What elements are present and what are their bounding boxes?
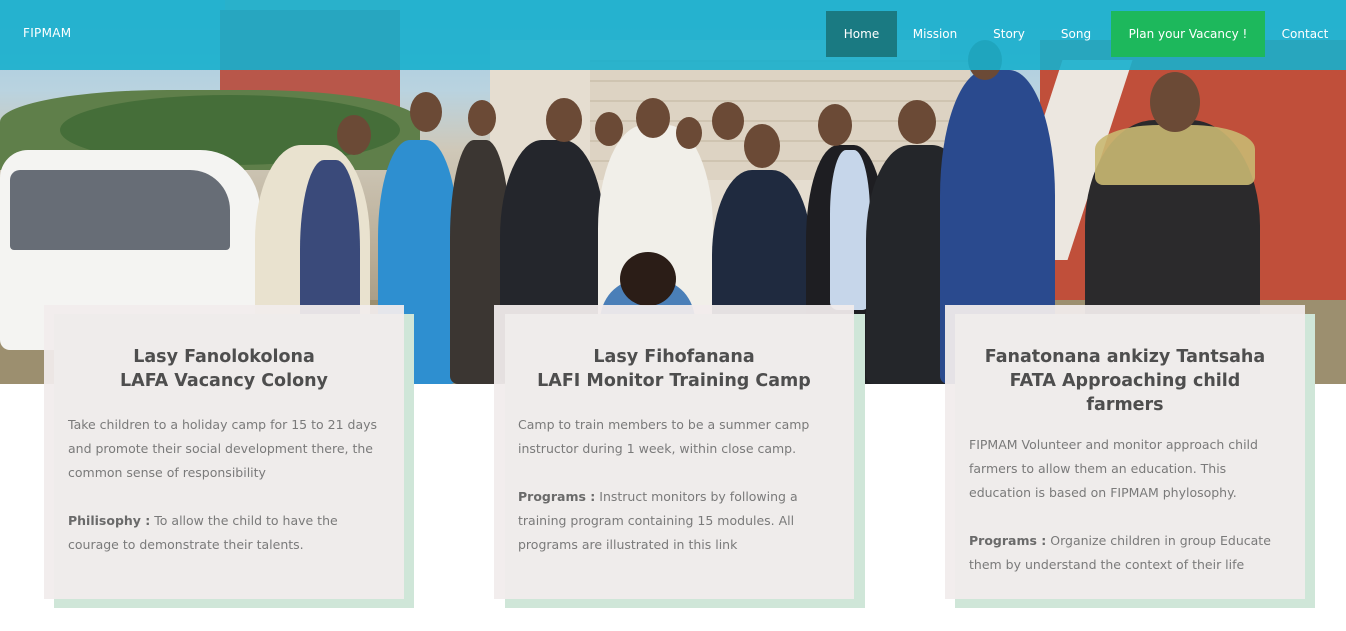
card-title-line: LAFI Monitor Training Camp [537, 371, 811, 391]
card-title: Lasy Fihofanana LAFI Monitor Training Ca… [518, 345, 830, 393]
card-description: FIPMAM Volunteer and monitor approach ch… [969, 437, 1258, 500]
service-card-lafa: Lasy Fanolokolona LAFA Vacancy Colony Ta… [44, 305, 404, 599]
brand-logo[interactable]: FIPMAM [23, 26, 71, 40]
card-detail: Programs : Instruct monitors by followin… [518, 485, 830, 557]
card-title: Fanatonana ankizy Tantsaha FATA Approach… [969, 345, 1281, 417]
card-detail-label: Programs : [518, 489, 596, 504]
card-detail: Philisophy : To allow the child to have … [68, 509, 380, 557]
nav-contact[interactable]: Contact [1276, 11, 1334, 57]
card-detail-label: Philisophy : [68, 513, 151, 528]
card-title-line: LAFA Vacancy Colony [120, 371, 328, 391]
nav-story[interactable]: Story [985, 11, 1033, 57]
nav-mission[interactable]: Mission [905, 11, 965, 57]
card-title-line: farmers [1086, 395, 1164, 415]
card-title-line: Fanatonana ankizy Tantsaha [984, 347, 1266, 367]
card-title: Lasy Fanolokolona LAFA Vacancy Colony [68, 345, 380, 393]
card-description: Take children to a holiday camp for 15 t… [68, 417, 378, 480]
top-navbar: FIPMAM Home Mission Story Song Plan your… [0, 0, 1346, 70]
nav-plan-vacancy-button[interactable]: Plan your Vacancy ! [1111, 11, 1265, 57]
nav-home[interactable]: Home [826, 11, 897, 57]
service-card-fata: Fanatonana ankizy Tantsaha FATA Approach… [945, 305, 1305, 599]
card-title-line: Lasy Fanolokolona [133, 347, 315, 367]
card-title-line: Lasy Fihofanana [593, 347, 755, 367]
card-title-line: FATA Approaching child [1009, 371, 1241, 391]
nav-song[interactable]: Song [1053, 11, 1099, 57]
card-description: Camp to train members to be a summer cam… [518, 417, 810, 456]
service-card-lafi: Lasy Fihofanana LAFI Monitor Training Ca… [494, 305, 854, 599]
card-detail: Programs : Organize children in group Ed… [969, 529, 1281, 577]
card-detail-label: Programs : [969, 533, 1047, 548]
